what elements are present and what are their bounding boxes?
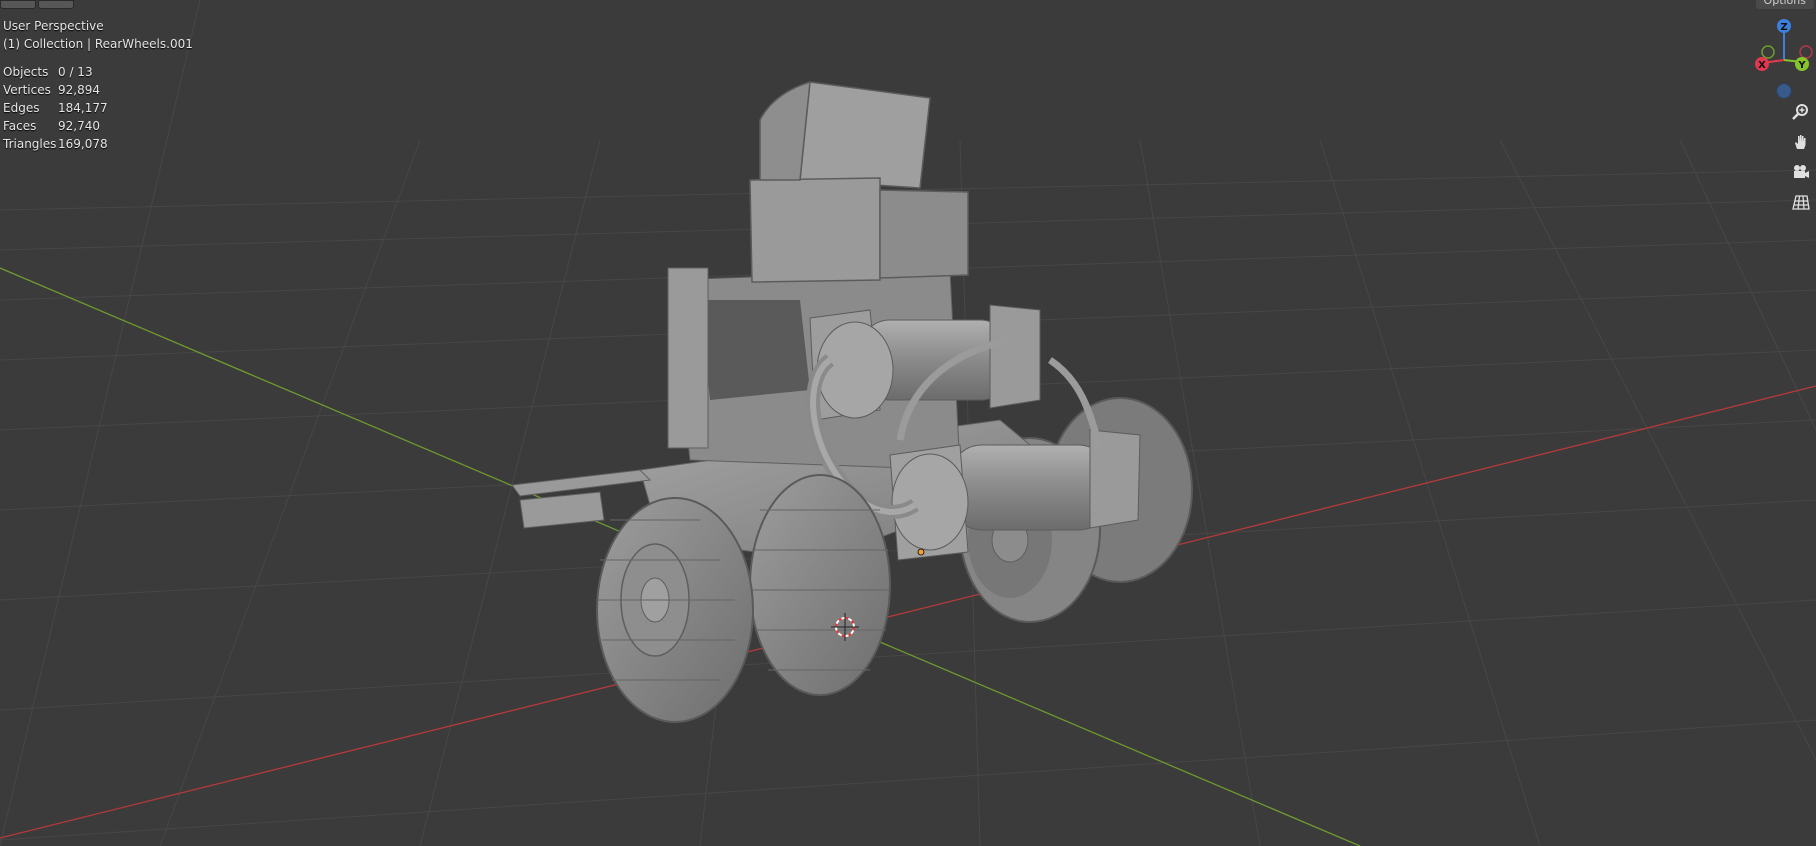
editor-tab[interactable]	[38, 0, 74, 9]
navigation-gizmo[interactable]: Z X Y	[1736, 18, 1816, 108]
3d-viewport[interactable]: Options User Perspective (1) Collection …	[0, 0, 1816, 846]
stat-value: 92,894	[58, 83, 100, 97]
stat-label: Triangles	[3, 137, 57, 151]
svg-text:Y: Y	[1797, 60, 1806, 71]
header-tabs	[0, 0, 74, 9]
stat-label: Vertices	[3, 83, 51, 97]
hand-pan-icon[interactable]	[1786, 130, 1816, 154]
gizmo-y-axis[interactable]: Y	[1795, 57, 1809, 71]
stat-row-objects: Objects 0 / 13	[3, 63, 108, 81]
view-title: User Perspective	[3, 19, 104, 33]
stat-row-faces: Faces 92,740	[3, 117, 108, 135]
ortho-grid-icon[interactable]	[1786, 190, 1816, 214]
options-button[interactable]: Options	[1755, 0, 1814, 9]
gizmo-x-axis[interactable]: X	[1755, 57, 1769, 71]
stat-value: 169,078	[58, 137, 108, 151]
scene-statistics: Objects 0 / 13 Vertices 92,894 Edges 184…	[3, 63, 108, 153]
stat-label: Faces	[3, 119, 37, 133]
svg-text:Z: Z	[1780, 22, 1787, 33]
zoom-icon[interactable]	[1786, 100, 1816, 124]
stat-value: 0 / 13	[58, 65, 93, 79]
stat-row-edges: Edges 184,177	[3, 99, 108, 117]
navigation-tools	[1786, 100, 1816, 214]
editor-tab[interactable]	[0, 0, 36, 9]
scene-canvas[interactable]	[0, 0, 1816, 846]
stat-label: Objects	[3, 65, 49, 79]
stat-row-vertices: Vertices 92,894	[3, 81, 108, 99]
svg-text:X: X	[1758, 60, 1766, 71]
stat-row-triangles: Triangles 169,078	[3, 135, 108, 153]
origin-dot	[917, 548, 925, 556]
stat-label: Edges	[3, 101, 40, 115]
camera-view-icon[interactable]	[1786, 160, 1816, 184]
active-object-label: (1) Collection | RearWheels.001	[3, 37, 193, 51]
stat-value: 184,177	[58, 101, 108, 115]
stat-value: 92,740	[58, 119, 100, 133]
gizmo-z-axis[interactable]: Z	[1777, 19, 1791, 33]
gizmo-negative-z[interactable]	[1776, 83, 1792, 99]
